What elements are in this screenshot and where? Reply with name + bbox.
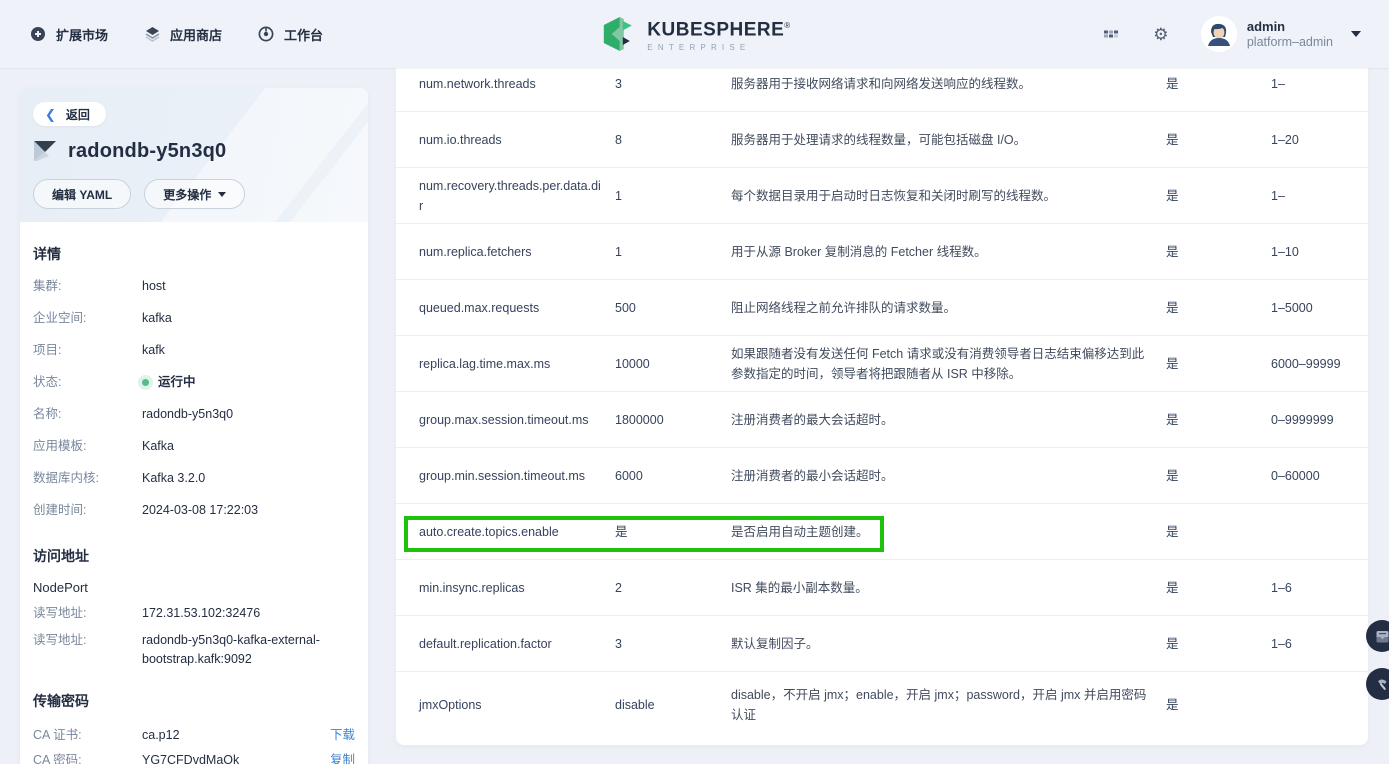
page-title: radondb-y5n3q0 (68, 140, 226, 163)
appstore-icon (142, 24, 162, 44)
back-label: 返回 (66, 106, 90, 123)
sidebar-header: ❮ 返回 radondb-y5n3q0 编辑 YAML 更多操作 (20, 88, 368, 222)
nav-item-label: 扩展市场 (56, 25, 108, 44)
logo-title: KUBESPHERE (647, 20, 784, 41)
user-meta: admin platform–admin (1247, 19, 1333, 50)
nav-item-app-store[interactable]: 应用商店 (142, 24, 222, 44)
kubesphere-logo: KUBESPHERE® ENTERPRISE (598, 14, 790, 54)
feedback-inbox-button[interactable] (1366, 620, 1389, 652)
detail-row-project: 项目: kafk (33, 341, 355, 360)
radondb-logo-icon (33, 139, 57, 163)
transport-secret-heading: 传输密码 (33, 691, 355, 711)
nav-item-label: 应用商店 (170, 25, 222, 44)
top-nav: 扩展市场 应用商店 工作台 KUBESPHERE® ENTERPRISE (0, 0, 1389, 68)
more-actions-button[interactable]: 更多操作 (144, 179, 245, 209)
avatar (1201, 16, 1237, 52)
more-actions-label: 更多操作 (163, 186, 211, 203)
nodeport-label: NodePort (33, 580, 355, 595)
tools-button[interactable] (1366, 668, 1389, 700)
logo-reg-mark: ® (784, 21, 790, 30)
inbox-icon (1375, 629, 1389, 644)
copy-link[interactable]: 复制 (330, 751, 355, 764)
table-row: num.replica.fetchers 1 用于从源 Broker 复制消息的… (396, 224, 1368, 280)
apps-grid-icon[interactable] (1101, 24, 1121, 44)
chevron-down-icon (1351, 31, 1361, 37)
logo-text: KUBESPHERE® ENTERPRISE (647, 16, 790, 51)
status-badge: 运行中 (158, 373, 196, 392)
nav-item-extension-marketplace[interactable]: 扩展市场 (28, 24, 108, 44)
table-row: group.max.session.timeout.ms 1800000 注册消… (396, 392, 1368, 448)
detail-sidebar: ❮ 返回 radondb-y5n3q0 编辑 YAML 更多操作 详情 集群: (20, 88, 368, 764)
secret-row-ca-password: CA 密码: YG7CFDvdMaOk 复制 (33, 751, 355, 764)
user-role: platform–admin (1247, 35, 1333, 50)
detail-row-created-time: 创建时间: 2024-03-08 17:22:03 (33, 501, 355, 520)
table-row: jmxOptions disable disable，不开启 jmx；enabl… (396, 672, 1368, 737)
edit-yaml-label: 编辑 YAML (52, 186, 112, 203)
nav-right-group: ⚙ admin platform–admin (1101, 16, 1361, 52)
detail-row-status: 状态: 运行中 (33, 373, 355, 392)
back-button[interactable]: ❮ 返回 (33, 102, 106, 126)
detail-row-cluster: 集群: host (33, 277, 355, 296)
table-row: queued.max.requests 500 阻止网络线程之前允许排队的请求数… (396, 280, 1368, 336)
nav-item-label: 工作台 (284, 25, 323, 44)
table-row: num.io.threads 8 服务器用于处理请求的线程数量，可能包括磁盘 I… (396, 112, 1368, 168)
chevron-down-icon (218, 192, 226, 197)
status-dot-running (142, 379, 149, 386)
gear-icon[interactable]: ⚙ (1151, 24, 1171, 44)
address-row: 读写地址: radondb-y5n3q0-kafka-external-boot… (33, 631, 355, 669)
detail-row-db-engine: 数据库内核: Kafka 3.2.0 (33, 469, 355, 488)
kubesphere-logo-icon (598, 14, 638, 54)
detail-row-name: 名称: radondb-y5n3q0 (33, 405, 355, 424)
table-row: num.recovery.threads.per.data.dir 1 每个数据… (396, 168, 1368, 224)
parameters-table: num.network.threads 3 服务器用于接收网络请求和向网络发送响… (396, 56, 1368, 745)
table-row-auto-create-topics: auto.create.topics.enable 是 是否启用自动主题创建。 … (396, 504, 1368, 560)
table-row: group.min.session.timeout.ms 6000 注册消费者的… (396, 448, 1368, 504)
edit-yaml-button[interactable]: 编辑 YAML (33, 179, 131, 209)
access-address-heading: 访问地址 (33, 546, 355, 566)
nav-item-workbench[interactable]: 工作台 (256, 24, 323, 44)
marketplace-icon (28, 24, 48, 44)
chevron-left-icon: ❮ (45, 108, 56, 121)
details-heading: 详情 (33, 244, 355, 264)
address-row: 读写地址: 172.31.53.102:32476 (33, 604, 355, 623)
download-link[interactable]: 下载 (330, 726, 355, 745)
sidebar-body: 详情 集群: host 企业空间: kafka 项目: kafk 状态: 运行中… (20, 222, 368, 764)
user-name: admin (1247, 19, 1333, 35)
workbench-icon (256, 24, 276, 44)
user-menu[interactable]: admin platform–admin (1201, 16, 1361, 52)
table-row: min.insync.replicas 2 ISR 集的最小副本数量。 是 1–… (396, 560, 1368, 616)
detail-row-workspace: 企业空间: kafka (33, 309, 355, 328)
table-row: default.replication.factor 3 默认复制因子。 是 1… (396, 616, 1368, 672)
detail-row-app-template: 应用模板: Kafka (33, 437, 355, 456)
table-row: replica.lag.time.max.ms 10000 如果跟随者没有发送任… (396, 336, 1368, 392)
hammer-icon (1375, 677, 1389, 692)
nav-left-group: 扩展市场 应用商店 工作台 (28, 24, 323, 44)
secret-row-ca-cert: CA 证书: ca.p12 下载 (33, 726, 355, 745)
logo-subtitle: ENTERPRISE (647, 43, 790, 52)
